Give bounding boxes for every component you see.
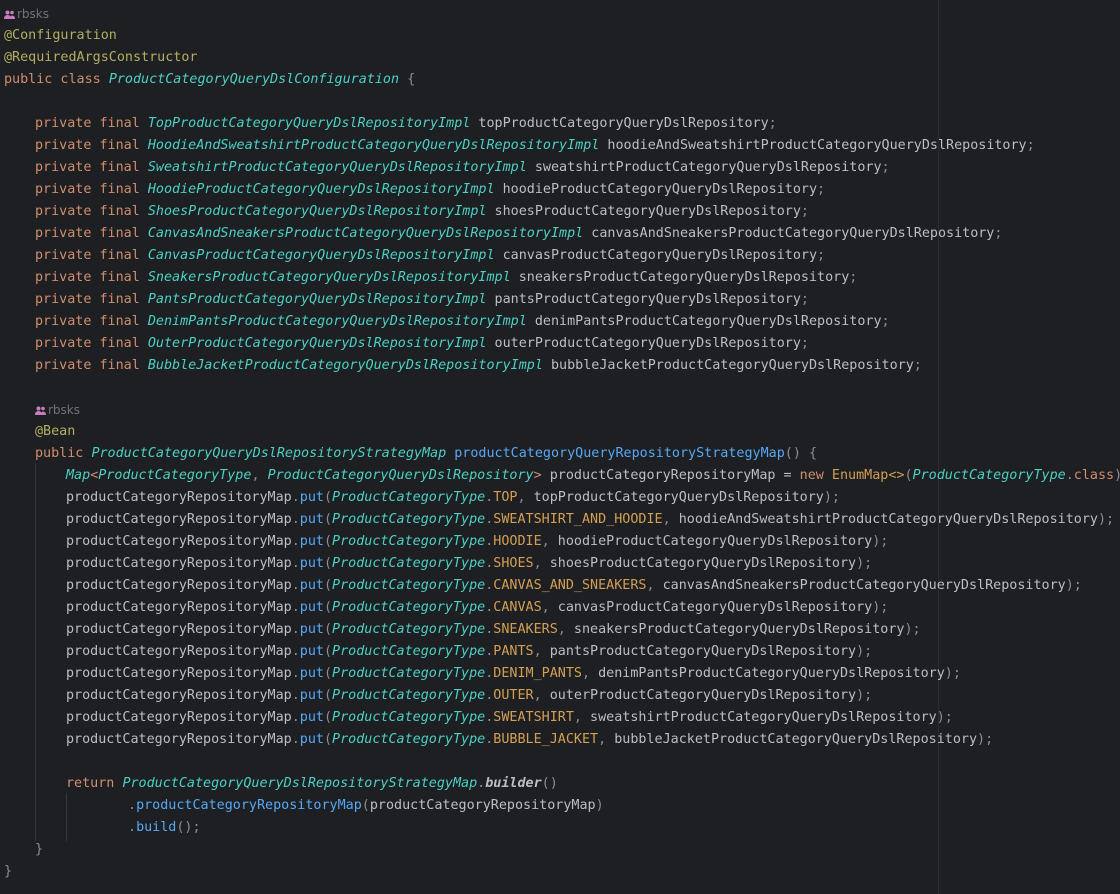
enum-constant: HOODIE <box>493 534 542 549</box>
users-icon <box>35 406 46 415</box>
users-icon <box>4 10 15 19</box>
field-declaration: private final PantsProductCategoryQueryD… <box>35 292 809 307</box>
return-statement: return ProductCategoryQueryDslRepository… <box>66 776 558 791</box>
enum-constant: CANVAS <box>493 600 542 615</box>
repository-arg: topProductCategoryQueryDslRepository <box>533 490 824 505</box>
repository-arg: hoodieProductCategoryQueryDslRepository <box>557 534 873 549</box>
field-name: sweatshirtProductCategoryQueryDslReposit… <box>534 160 882 175</box>
field-name: outerProductCategoryQueryDslRepository <box>494 336 801 351</box>
repository-arg: hoodieAndSweatshirtProductCategoryQueryD… <box>678 512 1098 527</box>
repository-arg: sneakersProductCategoryQueryDslRepositor… <box>573 622 905 637</box>
field-declaration: private final OuterProductCategoryQueryD… <box>35 336 809 351</box>
repository-arg: bubbleJacketProductCategoryQueryDslRepos… <box>614 732 978 747</box>
repository-arg: pantsProductCategoryQueryDslRepository <box>549 644 857 659</box>
annotation-configuration: @Configuration <box>4 28 117 43</box>
field-type: SweatshirtProductCategoryQueryDslReposit… <box>147 160 527 175</box>
repository-arg: denimPantsProductCategoryQueryDslReposit… <box>598 666 945 681</box>
field-name: shoesProductCategoryQueryDslRepository <box>494 204 801 219</box>
field-declaration: private final BubbleJacketProductCategor… <box>35 358 922 373</box>
field-name: hoodieAndSweatshirtProductCategoryQueryD… <box>607 138 1027 153</box>
build-call: .build(); <box>128 820 201 835</box>
enum-constant: SNEAKERS <box>493 622 558 637</box>
method-close-brace: } <box>35 842 44 857</box>
method-name: productCategoryQueryRepositoryStrategyMa… <box>454 446 785 461</box>
field-declaration: private final SneakersProductCategoryQue… <box>35 270 858 285</box>
map-put-statement: productCategoryRepositoryMap.put(Product… <box>66 710 953 725</box>
enum-constant: CANVAS_AND_SNEAKERS <box>493 578 647 593</box>
field-type: TopProductCategoryQueryDslRepositoryImpl <box>147 116 471 131</box>
enum-constant: DENIM_PANTS <box>493 666 582 681</box>
indent-guide <box>35 463 36 841</box>
field-type: HoodieAndSweatshirtProductCategoryQueryD… <box>147 138 600 153</box>
enum-constant: PANTS <box>493 644 534 659</box>
method-return-type: ProductCategoryQueryDslRepositoryStrateg… <box>91 446 447 461</box>
author-hint[interactable]: rbsks <box>35 399 80 421</box>
code-editor[interactable]: rbsks @Configuration @RequiredArgsConstr… <box>0 0 1120 894</box>
map-put-statement: productCategoryRepositoryMap.put(Product… <box>66 666 961 681</box>
class-declaration: public class ProductCategoryQueryDslConf… <box>4 69 415 91</box>
enum-constant: OUTER <box>493 688 534 703</box>
field-type: SneakersProductCategoryQueryDslRepositor… <box>147 270 511 285</box>
enum-constant: SHOES <box>493 556 534 571</box>
field-type: PantsProductCategoryQueryDslRepositoryIm… <box>147 292 487 307</box>
field-name: canvasProductCategoryQueryDslRepository <box>502 248 818 263</box>
field-declaration: private final CanvasAndSneakersProductCa… <box>35 226 1003 241</box>
field-declaration: private final SweatshirtProductCategoryQ… <box>35 160 890 175</box>
map-put-statement: productCategoryRepositoryMap.put(Product… <box>66 578 1082 593</box>
indent-guide <box>66 793 67 841</box>
field-type: DenimPantsProductCategoryQueryDslReposit… <box>147 314 527 329</box>
map-put-statement: productCategoryRepositoryMap.put(Product… <box>66 534 889 549</box>
method-declaration: public ProductCategoryQueryDslRepository… <box>35 446 818 461</box>
class-modifiers: public class <box>4 72 101 87</box>
field-declaration: private final ShoesProductCategoryQueryD… <box>35 204 809 219</box>
map-put-statement: productCategoryRepositoryMap.put(Product… <box>66 600 889 615</box>
enum-constant: BUBBLE_JACKET <box>493 732 599 747</box>
enum-constant: SWEATSHIRT <box>493 710 574 725</box>
field-name: canvasAndSneakersProductCategoryQueryDsl… <box>591 226 995 241</box>
field-type: CanvasAndSneakersProductCategoryQueryDsl… <box>147 226 584 241</box>
field-name: hoodieProductCategoryQueryDslRepository <box>502 182 818 197</box>
class-close-brace: } <box>4 864 13 879</box>
repository-arg: canvasProductCategoryQueryDslRepository <box>557 600 873 615</box>
field-declaration: private final DenimPantsProductCategoryQ… <box>35 314 890 329</box>
map-put-statement: productCategoryRepositoryMap.put(Product… <box>66 688 873 703</box>
field-name: bubbleJacketProductCategoryQueryDslRepos… <box>550 358 914 373</box>
field-declaration: private final TopProductCategoryQueryDsl… <box>35 116 777 131</box>
builder-chain-call: .productCategoryRepositoryMap(productCat… <box>128 798 604 813</box>
open-brace: { <box>407 72 416 87</box>
repository-arg: outerProductCategoryQueryDslRepository <box>549 688 857 703</box>
field-type: ShoesProductCategoryQueryDslRepositoryIm… <box>147 204 487 219</box>
map-put-statement: productCategoryRepositoryMap.put(Product… <box>66 644 873 659</box>
map-put-statement: productCategoryRepositoryMap.put(Product… <box>66 622 921 637</box>
map-declaration: Map<ProductCategoryType, ProductCategory… <box>66 468 1120 483</box>
author-name: rbsks <box>17 7 50 21</box>
field-name: topProductCategoryQueryDslRepository <box>478 116 769 131</box>
author-name: rbsks <box>48 403 81 417</box>
annotation-bean: @Bean <box>35 424 76 439</box>
field-name: denimPantsProductCategoryQueryDslReposit… <box>534 314 882 329</box>
map-put-statement: productCategoryRepositoryMap.put(Product… <box>66 512 1115 527</box>
repository-arg: canvasAndSneakersProductCategoryQueryDsl… <box>662 578 1066 593</box>
author-hint[interactable]: rbsks <box>4 3 49 25</box>
field-type: BubbleJacketProductCategoryQueryDslRepos… <box>147 358 543 373</box>
field-declaration: private final HoodieAndSweatshirtProduct… <box>35 138 1035 153</box>
field-name: sneakersProductCategoryQueryDslRepositor… <box>518 270 850 285</box>
repository-arg: sweatshirtProductCategoryQueryDslReposit… <box>590 710 937 725</box>
enum-constant: SWEATSHIRT_AND_HOODIE <box>493 512 663 527</box>
repository-arg: shoesProductCategoryQueryDslRepository <box>549 556 857 571</box>
field-declaration: private final CanvasProductCategoryQuery… <box>35 248 826 263</box>
field-name: pantsProductCategoryQueryDslRepository <box>494 292 801 307</box>
enum-constant: TOP <box>493 490 518 505</box>
map-put-statement: productCategoryRepositoryMap.put(Product… <box>66 732 994 747</box>
field-type: HoodieProductCategoryQueryDslRepositoryI… <box>147 182 495 197</box>
map-put-statement: productCategoryRepositoryMap.put(Product… <box>66 490 840 505</box>
field-declaration: private final HoodieProductCategoryQuery… <box>35 182 826 197</box>
map-put-statement: productCategoryRepositoryMap.put(Product… <box>66 556 873 571</box>
annotation-required-args: @RequiredArgsConstructor <box>4 50 198 65</box>
field-type: CanvasProductCategoryQueryDslRepositoryI… <box>147 248 495 263</box>
class-name: ProductCategoryQueryDslConfiguration <box>108 72 400 87</box>
field-type: OuterProductCategoryQueryDslRepositoryIm… <box>147 336 487 351</box>
